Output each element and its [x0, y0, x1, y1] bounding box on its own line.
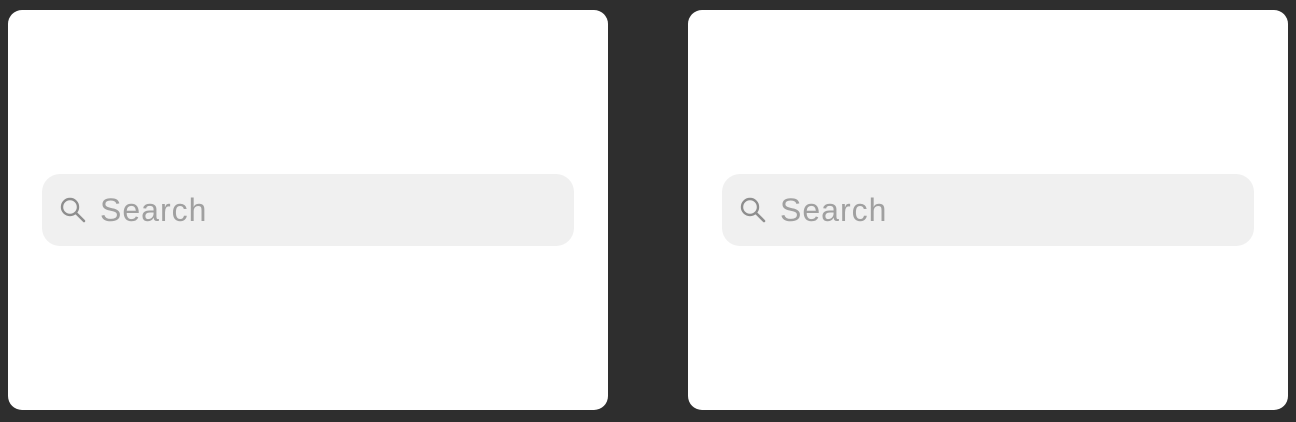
search-icon	[58, 195, 88, 225]
search-bar[interactable]	[42, 174, 574, 246]
search-input[interactable]	[100, 188, 560, 232]
search-bar[interactable]	[722, 174, 1254, 246]
search-icon	[738, 195, 768, 225]
screenshot-canvas	[0, 0, 1296, 422]
search-input[interactable]	[780, 188, 1240, 232]
search-panel-right	[688, 10, 1288, 410]
search-panel-left	[8, 10, 608, 410]
